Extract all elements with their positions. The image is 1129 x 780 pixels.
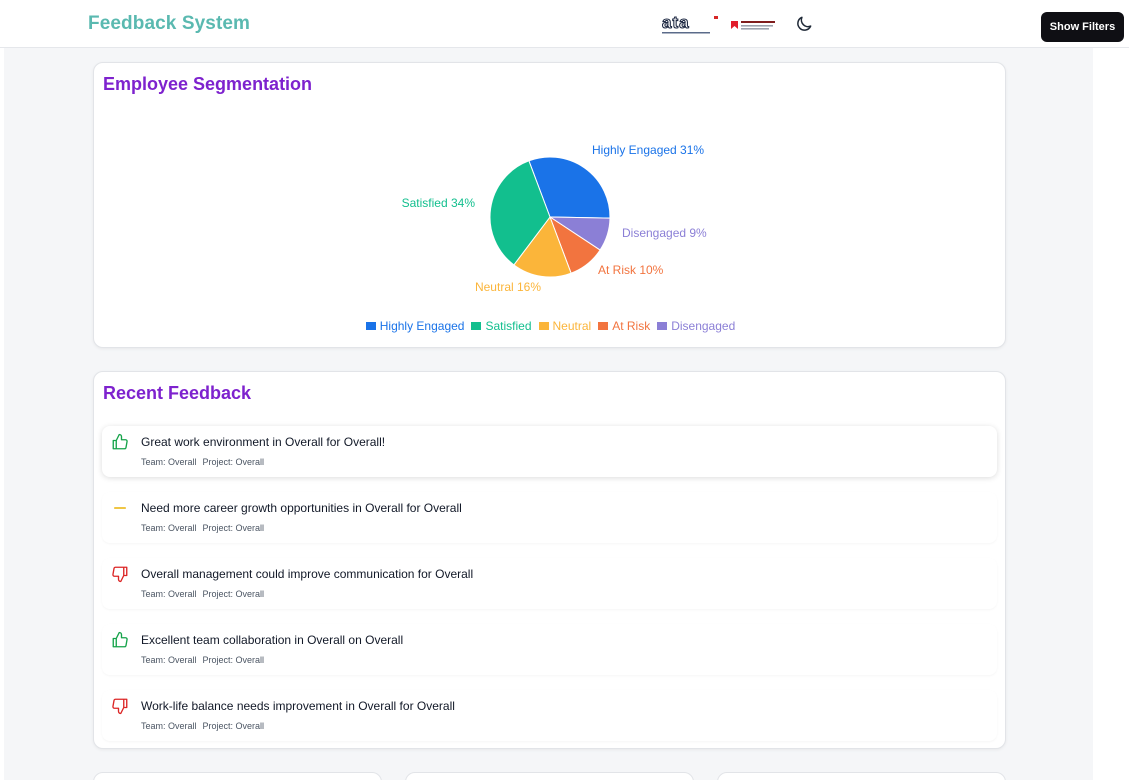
thumbs-up-icon [111,631,129,649]
legend-item-satisfied[interactable]: Satisfied [471,319,532,333]
thumbs-up-icon [111,433,129,451]
feedback-team: Team: Overall [141,589,197,599]
bottom-card-3 [717,772,1006,780]
legend-item-at-risk[interactable]: At Risk [598,319,650,333]
show-filters-button[interactable]: Show Filters [1041,12,1124,42]
employee-segmentation-card: Employee Segmentation Highly Engaged 31%… [93,62,1006,348]
scroll-gutter [1093,48,1111,780]
feedback-text: Work-life balance needs improvement in O… [141,699,455,713]
legend-item-neutral[interactable]: Neutral [538,319,592,333]
feedback-team: Team: Overall [141,457,197,467]
feedback-item[interactable]: Excellent team collaboration in Overall … [102,624,997,675]
legend-item-highly-engaged[interactable]: Highly Engaged [365,319,465,333]
legend-label: At Risk [612,319,651,333]
feedback-team: Team: Overall [141,523,197,533]
recent-feedback-card: Recent Feedback Great work environment i… [93,371,1006,749]
feedback-meta: Team: Overall Project: Overall [141,721,270,731]
feedback-project: Project: Overall [202,721,265,731]
feedback-item[interactable]: Overall management could improve communi… [102,558,997,609]
legend-item-disengaged[interactable]: Disengaged [657,319,735,333]
legend-swatch [538,322,549,330]
feedback-project: Project: Overall [202,655,265,665]
pie-label-neutral: Neutral 16% [475,280,541,294]
bottom-card-2 [405,772,694,780]
top-header: Feedback System ata Show Filters [0,0,1129,48]
minus-icon [111,499,129,517]
legend-swatch [365,322,376,330]
feedback-text: Excellent team collaboration in Overall … [141,633,404,647]
bottom-card-1 [93,772,382,780]
legend-label: Highly Engaged [379,319,465,333]
feedback-text: Great work environment in Overall for Ov… [141,435,386,449]
pie-label-satisfied: Satisfied 34% [402,196,476,210]
feedback-item[interactable]: Need more career growth opportunities in… [102,492,997,543]
feedback-meta: Team: Overall Project: Overall [141,457,270,467]
feedback-text: Need more career growth opportunities in… [141,501,462,515]
pie-label-at-risk: At Risk 10% [598,263,664,277]
chart-legend: Highly Engaged Satisfied Neutral At Risk Dis… [94,319,1007,333]
legend-swatch [657,322,668,330]
legend-swatch [471,322,482,330]
feedback-meta: Team: Overall Project: Overall [141,523,270,533]
feedback-text: Overall management could improve communi… [141,567,474,581]
feedback-team: Team: Overall [141,655,197,665]
feedback-item[interactable]: Great work environment in Overall for Ov… [102,426,997,477]
recent-feedback-title: Recent Feedback [103,383,252,403]
svg-text:ata: ata [662,14,690,32]
pie-label-disengaged: Disengaged 9% [622,226,707,240]
legend-label: Satisfied [485,319,532,333]
feedback-project: Project: Overall [202,523,265,533]
legend-swatch [598,322,609,330]
moon-icon[interactable] [794,14,814,34]
feedback-item[interactable]: Work-life balance needs improvement in O… [102,690,997,741]
app-title[interactable]: Feedback System [88,13,250,35]
feedback-project: Project: Overall [202,457,265,467]
segmentation-pie-chart: Highly Engaged 31% Disengaged 9% At Risk 1… [402,143,707,294]
ata-logo-icon: ata [662,14,718,34]
feedback-team: Team: Overall [141,721,197,731]
pie-label-highly-engaged: Highly Engaged 31% [592,143,704,157]
thumbs-down-icon [111,565,129,583]
legend-label: Neutral [552,319,592,333]
thumbs-down-icon [111,697,129,715]
feedback-meta: Team: Overall Project: Overall [141,655,270,665]
feedback-meta: Team: Overall Project: Overall [141,589,270,599]
national-bank-logo-icon [731,21,775,30]
feedback-project: Project: Overall [202,589,265,599]
legend-label: Disengaged [671,319,736,333]
feedback-list: Great work environment in Overall for Ov… [102,426,997,756]
